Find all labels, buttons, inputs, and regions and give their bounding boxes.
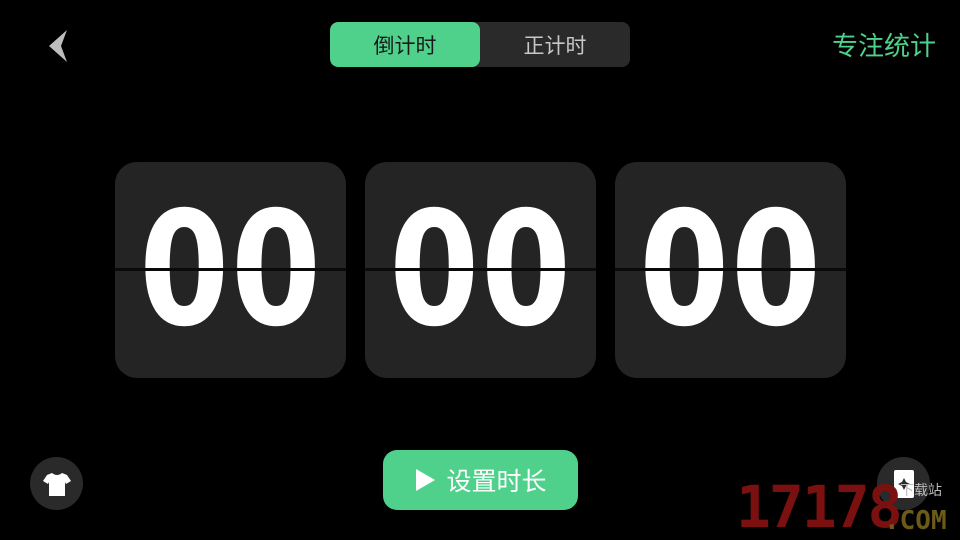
theme-skin-button[interactable]: [30, 457, 83, 510]
card-seam: [365, 268, 596, 271]
tab-countdown[interactable]: 倒计时: [330, 22, 480, 67]
site-watermark: 17178 .COM 下载站: [736, 478, 960, 540]
watermark-caption: 下载站: [900, 483, 942, 499]
flip-clock: 00 00 00: [115, 162, 846, 378]
card-seam: [615, 268, 846, 271]
focus-stats-link[interactable]: 专注统计: [832, 26, 936, 63]
focus-timer-screen: 倒计时 正计时 专注统计 00 00 00 设置时长 17178 .COM 下载…: [0, 0, 960, 540]
chevron-left-icon: [49, 30, 67, 62]
back-button[interactable]: [40, 24, 76, 68]
timer-mode-toggle: 倒计时 正计时: [330, 22, 630, 67]
play-icon: [416, 469, 436, 491]
set-duration-label: 设置时长: [446, 467, 547, 496]
minutes-card: 00: [365, 162, 596, 378]
card-seam: [115, 268, 346, 271]
seconds-card: 00: [615, 162, 846, 378]
tab-count-up[interactable]: 正计时: [480, 22, 630, 67]
watermark-domain: .COM: [884, 506, 947, 536]
set-duration-button[interactable]: 设置时长: [383, 450, 578, 510]
hours-card: 00: [115, 162, 346, 378]
tshirt-icon: [42, 472, 71, 496]
watermark-number: 17178: [736, 473, 903, 540]
